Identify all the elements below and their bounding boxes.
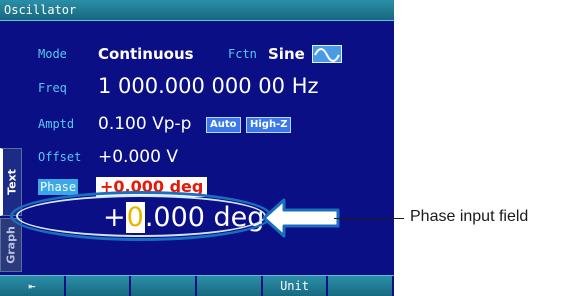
mode-label: Mode xyxy=(38,47,67,61)
tab-graph-label: Graph xyxy=(4,226,18,264)
tab-text-label: Text xyxy=(5,169,19,195)
title-bar: Oscillator xyxy=(0,0,394,21)
phase-label: Phase xyxy=(38,179,79,195)
softkey-back[interactable]: ⇤ xyxy=(0,276,66,296)
freq-row[interactable]: Freq 1 000.000 000 00 Hz xyxy=(38,74,378,100)
freq-label: Freq xyxy=(38,81,67,95)
high-z-badge[interactable]: High-Z xyxy=(246,117,292,133)
softkey-3[interactable] xyxy=(131,276,198,296)
oscillator-screen: Oscillator Text Graph Mode Continuous Fc… xyxy=(0,0,394,296)
fctn-value[interactable]: Sine xyxy=(268,42,305,66)
softkey-6[interactable] xyxy=(328,276,394,296)
fctn-label: Fctn xyxy=(228,47,257,61)
softkey-2[interactable] xyxy=(65,276,132,296)
amptd-row[interactable]: Amptd 0.100 Vp-p Auto High-Z xyxy=(38,112,378,136)
mode-value[interactable]: Continuous xyxy=(98,42,194,66)
callout-line xyxy=(334,218,404,219)
softkey-4[interactable] xyxy=(197,276,263,296)
offset-label: Offset xyxy=(38,150,82,164)
auto-badge[interactable]: Auto xyxy=(206,117,241,133)
sine-wave-icon xyxy=(312,45,342,63)
mode-row[interactable]: Mode Continuous Fctn Sine xyxy=(38,42,378,66)
amptd-value[interactable]: 0.100 Vp-p xyxy=(98,112,191,136)
offset-row[interactable]: Offset +0.000 V xyxy=(38,145,378,169)
callout-arrow-icon xyxy=(262,198,340,238)
highlight-ellipse-inner xyxy=(16,195,266,237)
freq-value[interactable]: 1 000.000 000 00 Hz xyxy=(98,74,319,98)
softkey-bar: ⇤ Unit xyxy=(0,275,394,296)
offset-value[interactable]: +0.000 V xyxy=(98,145,178,169)
tab-graph[interactable]: Graph xyxy=(0,218,22,272)
softkey-unit[interactable]: Unit xyxy=(262,276,329,296)
amptd-label: Amptd xyxy=(38,117,75,131)
phase-input-callout: Phase input field xyxy=(410,208,529,225)
